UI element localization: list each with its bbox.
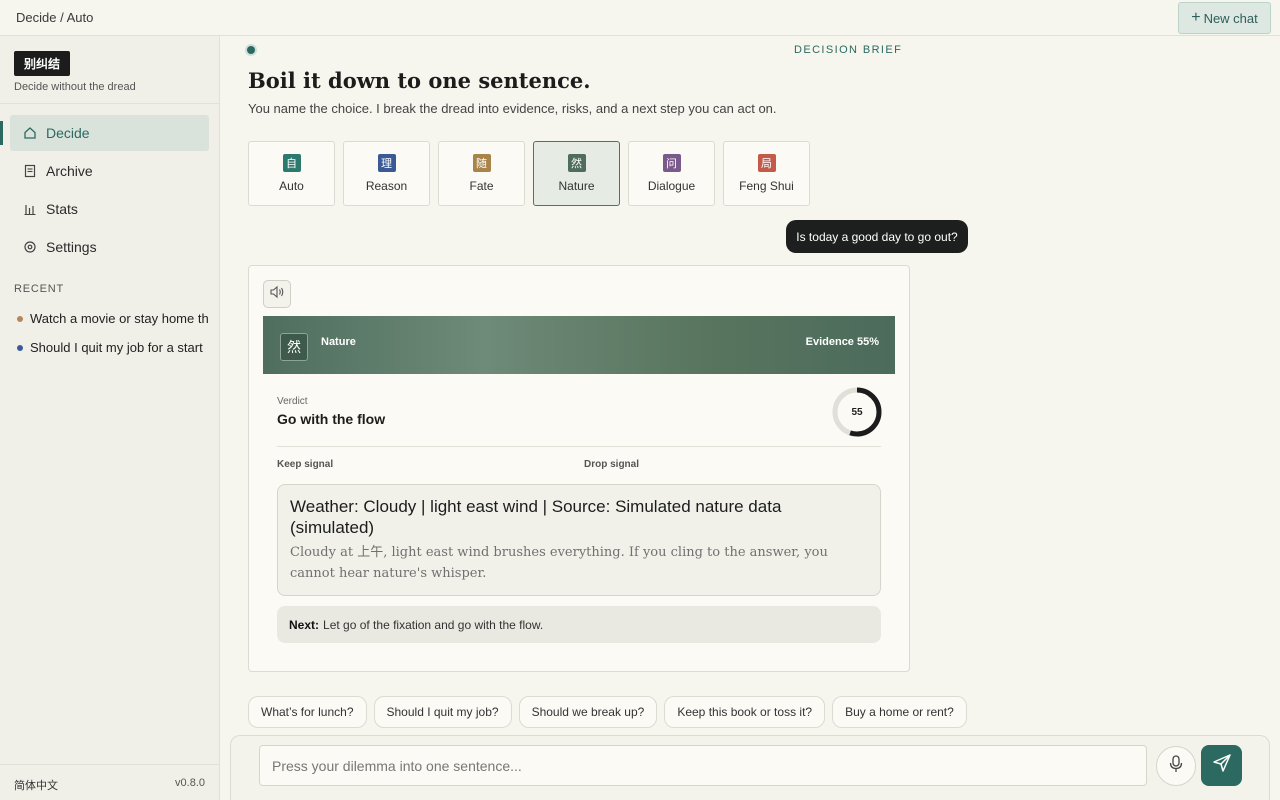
microphone-icon <box>1169 754 1183 778</box>
decision-brief-label: DECISION BRIEF <box>794 44 903 56</box>
mode-glyph: 局 <box>757 154 776 172</box>
sidebar-item-settings[interactable]: Settings <box>10 229 209 265</box>
dilemma-input[interactable] <box>259 745 1147 786</box>
mode-feng-shui[interactable]: 局 Feng Shui <box>723 141 810 206</box>
next-step-box: Next: Let go of the fixation and go with… <box>277 606 881 643</box>
new-chat-label: New chat <box>1203 10 1258 26</box>
brand: 别纠结 Decide without the dread <box>14 51 136 93</box>
speak-button[interactable] <box>263 280 291 308</box>
sidebar: 别纠结 Decide without the dread Decide Arch… <box>0 36 220 800</box>
page-title: Boil it down to one sentence. <box>248 68 591 93</box>
user-message-bubble: Is today a good day to go out? <box>786 220 968 253</box>
mode-banner: 然 Nature Evidence 55% <box>263 316 895 374</box>
composer <box>230 735 1270 800</box>
brand-logo[interactable]: 别纠结 <box>14 51 71 76</box>
recent-dot <box>17 315 23 322</box>
recent-item-label: Should I quit my job for a start <box>30 340 203 355</box>
mode-glyph: 问 <box>662 154 681 172</box>
sidebar-item-archive[interactable]: Archive <box>10 153 209 189</box>
banner-mode-name: Nature <box>321 336 356 348</box>
gear-icon <box>22 239 38 255</box>
mode-dialogue[interactable]: 问 Dialogue <box>628 141 715 206</box>
mic-button[interactable] <box>1156 746 1196 786</box>
mode-label: Feng Shui <box>739 179 794 193</box>
sidebar-divider <box>0 103 219 104</box>
suggestion-chip[interactable]: Buy a home or rent? <box>832 696 967 728</box>
top-bar: Decide / Auto + New chat <box>0 0 1280 36</box>
score-value: 55 <box>851 406 863 418</box>
sidebar-item-stats[interactable]: Stats <box>10 191 209 227</box>
drop-signal-label: Drop signal <box>584 459 640 470</box>
next-step-text: Let go of the fixation and go with the f… <box>323 617 544 632</box>
mode-label: Auto <box>279 179 304 193</box>
sidebar-footer: 简体中文 v0.8.0 <box>0 764 219 800</box>
sidebar-item-label: Decide <box>46 125 90 141</box>
bar-chart-icon <box>22 201 38 217</box>
decision-card: 然 Nature Evidence 55% Verdict Go with th… <box>248 265 910 672</box>
mode-label: Reason <box>365 179 408 193</box>
suggestion-chip[interactable]: Should we break up? <box>518 696 658 728</box>
mode-label: Fate <box>469 179 494 193</box>
weather-title: Weather: Cloudy | light east wind | Sour… <box>290 497 782 537</box>
brand-tagline: Decide without the dread <box>14 81 136 93</box>
status-dot <box>247 46 255 54</box>
send-icon <box>1212 753 1232 778</box>
mode-label: Nature <box>558 179 595 193</box>
suggestion-chip[interactable]: What’s for lunch? <box>248 696 367 728</box>
mode-glyph: 随 <box>472 154 491 172</box>
breadcrumb: Decide / Auto <box>16 10 94 25</box>
recent-item-label: Watch a movie or stay home th <box>30 311 209 326</box>
suggestion-chips: What’s for lunch? Should I quit my job? … <box>248 696 967 728</box>
suggestion-chip[interactable]: Keep this book or toss it? <box>664 696 826 728</box>
archive-icon <box>22 163 38 179</box>
recent-item[interactable]: Watch a movie or stay home th <box>14 304 210 333</box>
sidebar-item-label: Settings <box>46 239 97 255</box>
language-switch[interactable]: 简体中文 <box>14 777 58 793</box>
send-button[interactable] <box>1201 745 1242 786</box>
sidebar-nav: Decide Archive Stats Settings <box>0 115 209 267</box>
sidebar-item-label: Archive <box>46 163 93 179</box>
mode-auto[interactable]: 自 Auto <box>248 141 335 206</box>
home-icon <box>22 125 38 141</box>
mode-label: Dialogue <box>647 179 696 193</box>
banner-glyph: 然 <box>280 333 308 361</box>
weather-evidence-box: Weather: Cloudy | light east wind | Sour… <box>277 484 881 596</box>
recent-item[interactable]: Should I quit my job for a start <box>14 333 210 362</box>
sidebar-item-decide[interactable]: Decide <box>0 115 209 151</box>
sidebar-item-label: Stats <box>46 201 78 217</box>
mode-reason[interactable]: 理 Reason <box>343 141 430 206</box>
evidence-label: Evidence 55% <box>805 336 879 348</box>
card-divider <box>277 446 881 447</box>
weather-description: Cloudy at 上午, light east wind brushes ev… <box>290 545 828 581</box>
next-step-label: Next: <box>289 617 320 632</box>
new-chat-button[interactable]: + New chat <box>1178 2 1271 34</box>
verdict-text: Go with the flow <box>277 411 386 427</box>
mode-glyph: 自 <box>282 154 301 172</box>
verdict-label: Verdict <box>277 396 308 407</box>
recent-title: RECENT <box>14 283 65 295</box>
mode-fate[interactable]: 随 Fate <box>438 141 525 206</box>
version-label: v0.8.0 <box>175 777 205 789</box>
recent-dot <box>17 344 23 351</box>
mode-glyph: 理 <box>377 154 396 172</box>
recent-list: Watch a movie or stay home th Should I q… <box>14 304 210 362</box>
suggestion-chip[interactable]: Should I quit my job? <box>373 696 512 728</box>
keep-signal-label: Keep signal <box>277 459 334 470</box>
plus-icon: + <box>1191 9 1201 26</box>
mode-nature[interactable]: 然 Nature <box>533 141 620 206</box>
speaker-icon <box>269 285 285 304</box>
page-subtitle: You name the choice. I break the dread i… <box>248 101 777 116</box>
mode-selector: 自 Auto 理 Reason 随 Fate 然 Nature 问 Dialog… <box>248 141 810 206</box>
mode-glyph: 然 <box>567 154 586 172</box>
